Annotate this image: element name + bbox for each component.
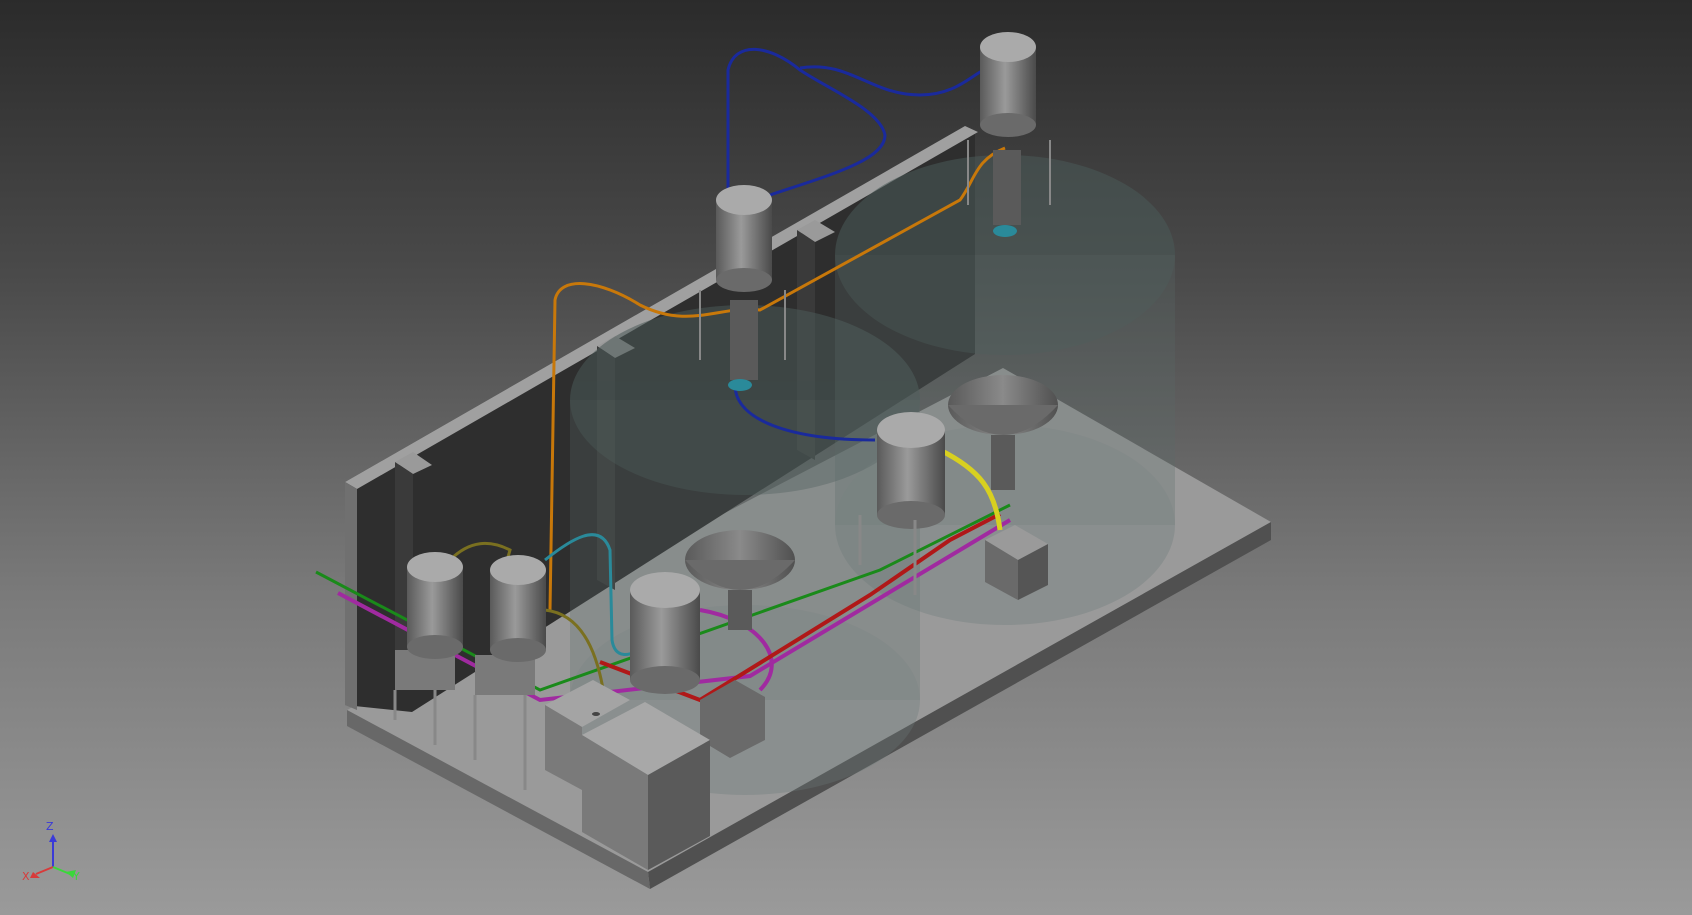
axis-x-label: X: [22, 870, 30, 883]
cad-model[interactable]: [0, 0, 1692, 915]
axis-triad: Z X Y: [18, 820, 88, 892]
axis-y-label: Y: [73, 870, 80, 883]
axis-z-label: Z: [46, 820, 54, 833]
3d-viewport[interactable]: Z X Y: [0, 0, 1692, 915]
